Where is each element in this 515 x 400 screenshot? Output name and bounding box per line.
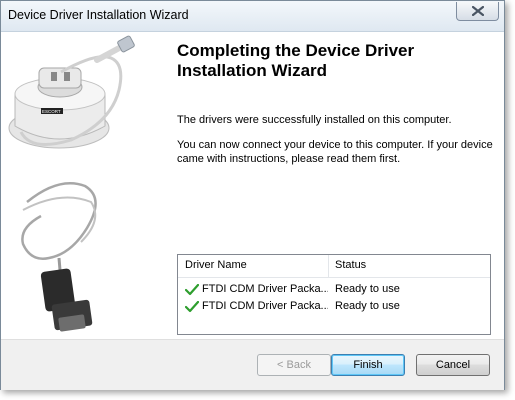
success-message: The drivers were successfully installed … <box>177 114 452 126</box>
wizard-window: Device Driver Installation Wizard ESCORT <box>0 0 505 390</box>
usb-cradle-image: ESCORT <box>8 35 135 149</box>
table-row[interactable]: FTDI CDM Driver Packa... Ready to use <box>178 299 490 316</box>
instructions-message: You can now connect your device to this … <box>177 139 493 165</box>
close-button[interactable] <box>456 2 499 21</box>
button-bar: < Back Finish Cancel <box>1 339 504 390</box>
side-illustrations: ESCORT <box>8 35 135 332</box>
column-header-status[interactable]: Status <box>335 259 366 271</box>
cancel-button[interactable]: Cancel <box>416 354 490 376</box>
table-row[interactable]: FTDI CDM Driver Packa... Ready to use <box>178 282 490 299</box>
close-icon <box>472 6 484 16</box>
page-title: Completing the Device Driver Installatio… <box>177 41 415 80</box>
brand-label: ESCORT <box>42 109 61 114</box>
driver-name: FTDI CDM Driver Packa... <box>202 300 328 312</box>
wizard-content: ESCORT Completing the Device Driver Inst… <box>1 32 504 339</box>
column-header-driver-name[interactable]: Driver Name <box>185 259 247 271</box>
driver-name: FTDI CDM Driver Packa... <box>202 283 328 295</box>
finish-button[interactable]: Finish <box>331 354 405 376</box>
window-title: Device Driver Installation Wizard <box>8 8 189 22</box>
back-button[interactable]: < Back <box>257 354 331 376</box>
check-icon <box>185 301 199 313</box>
driver-table[interactable]: Driver Name Status FTDI CDM Driver Packa… <box>177 254 491 335</box>
driver-status: Ready to use <box>335 283 400 295</box>
driver-status: Ready to use <box>335 300 400 312</box>
column-divider[interactable] <box>328 255 329 277</box>
title-bar: Device Driver Installation Wizard <box>1 1 504 32</box>
check-icon <box>185 284 199 296</box>
table-header: Driver Name Status <box>178 255 490 278</box>
serial-cable-image <box>21 182 97 332</box>
